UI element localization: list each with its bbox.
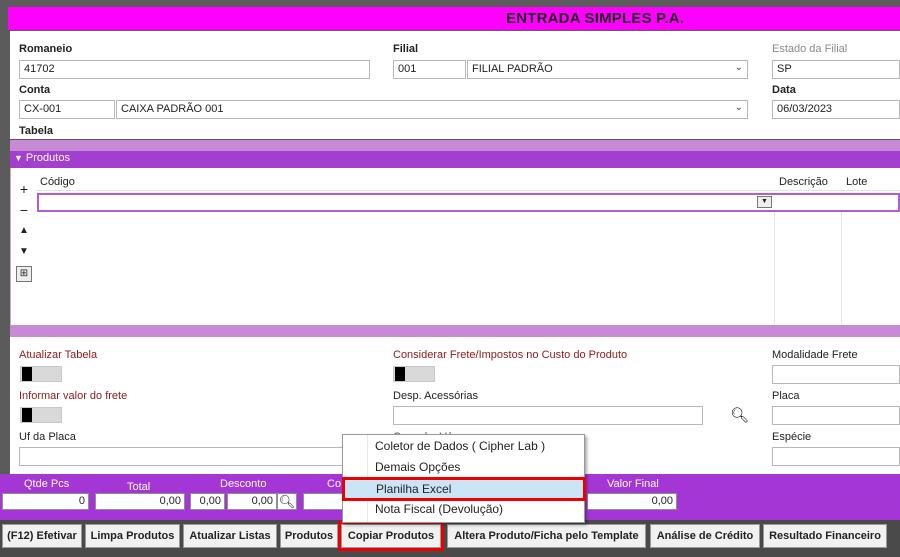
menu-item-coletor[interactable]: Coletor de Dados ( Cipher Lab )	[343, 437, 584, 457]
placa-label: Placa	[772, 390, 800, 402]
add-row-icon[interactable]: +	[15, 180, 33, 198]
qtde-pcs-value: 0	[2, 493, 89, 510]
menu-item-demais-opcoes[interactable]: Demais Opções	[343, 458, 584, 478]
modalidade-frete-select[interactable]	[772, 365, 900, 384]
section-divider	[10, 140, 900, 151]
desp-acessorias-label: Desp. Acessórias	[393, 390, 478, 402]
informar-frete-toggle[interactable]	[20, 407, 62, 423]
produtos-section-header[interactable]: ▼ Produtos	[10, 151, 900, 168]
conta-label: Conta	[19, 84, 51, 96]
window-title: ENTRADA SIMPLES P.A.	[506, 10, 685, 27]
section-divider	[10, 325, 900, 337]
copiar-produtos-menu: Coletor de Dados ( Cipher Lab ) Demais O…	[342, 434, 585, 523]
efetivar-button[interactable]: (F12) Efetivar	[2, 524, 82, 548]
partial-total-box	[303, 493, 343, 510]
produtos-button[interactable]: Produtos	[280, 524, 338, 548]
filial-select[interactable]: FILIAL PADRÃO ⌄	[467, 60, 748, 79]
remove-row-icon[interactable]: −	[15, 201, 33, 219]
uf-placa-label: Uf da Placa	[19, 431, 76, 443]
total-label: Total	[127, 481, 151, 493]
chevron-down-icon: ⌄	[734, 102, 743, 113]
collapse-triangle-icon: ▼	[14, 153, 23, 163]
desconto-pct-input[interactable]: 0,00	[190, 493, 225, 510]
valor-final-value: 0,00	[587, 493, 677, 510]
especie-input[interactable]	[772, 447, 900, 466]
filial-code-input[interactable]: 001	[393, 60, 466, 79]
column-divider	[774, 193, 775, 325]
conta-code-input[interactable]: CX-001	[19, 100, 115, 119]
considerar-frete-toggle[interactable]	[393, 366, 435, 382]
desconto-value-input[interactable]: 0,00	[227, 493, 277, 510]
especie-label: Espécie	[772, 431, 812, 443]
produtos-section-label: Produtos	[25, 152, 70, 164]
placa-input[interactable]	[772, 406, 900, 425]
uf-placa-select[interactable]	[19, 447, 349, 466]
considerar-frete-label: Considerar Frete/Impostos no Custo do Pr…	[393, 349, 628, 361]
chevron-down-icon: ⌄	[734, 62, 743, 73]
atualizar-listas-button[interactable]: Atualizar Listas	[183, 524, 277, 548]
search-icon[interactable]: 🔍︎	[277, 493, 297, 510]
column-header-descricao[interactable]: Descrição	[779, 176, 828, 188]
altera-produto-button[interactable]: Altera Produto/Ficha pelo Template	[447, 524, 646, 548]
column-divider	[841, 193, 842, 325]
total-value: 0,00	[95, 493, 185, 510]
analise-credito-button[interactable]: Análise de Crédito	[650, 524, 760, 548]
valor-final-label: Valor Final	[607, 478, 659, 490]
toggle-knob	[395, 367, 405, 381]
filial-select-value: FILIAL PADRÃO	[472, 63, 553, 75]
toggle-knob	[22, 408, 32, 422]
toggle-knob	[22, 367, 32, 381]
romaneio-input[interactable]: 41702	[19, 60, 370, 79]
atualizar-tabela-toggle[interactable]	[20, 366, 62, 382]
move-down-icon[interactable]: ▼	[15, 243, 33, 261]
filial-label: Filial	[393, 43, 419, 55]
data-input[interactable]: 06/03/2023	[772, 100, 900, 119]
insert-row-icon[interactable]: ⊞	[16, 266, 32, 282]
qtde-pcs-label: Qtde Pcs	[24, 478, 70, 490]
data-label: Data	[772, 84, 796, 96]
header-form: Romaneio 41702 Filial 001 FILIAL PADRÃO …	[10, 31, 900, 139]
estado-label: Estado da Filial	[772, 43, 848, 55]
grid-header-line	[36, 190, 900, 191]
estado-input[interactable]: SP	[772, 60, 900, 79]
partial-total-label: Co	[327, 478, 342, 490]
resultado-financeiro-button[interactable]: Resultado Financeiro	[763, 524, 887, 548]
column-header-lote[interactable]: Lote	[846, 176, 867, 188]
grid-toolbar: + − ▲ ▼ ⊞	[10, 178, 36, 325]
conta-select[interactable]: CAIXA PADRÃO 001 ⌄	[116, 100, 748, 119]
desp-acessorias-input[interactable]	[393, 406, 703, 425]
chevron-down-icon[interactable]: ▼	[757, 196, 772, 208]
copiar-produtos-button[interactable]: Copiar Produtos	[338, 521, 444, 551]
limpa-produtos-button[interactable]: Limpa Produtos	[85, 524, 180, 548]
search-icon[interactable]: 🔍︎	[730, 406, 749, 424]
romaneio-label: Romaneio	[19, 43, 73, 55]
atualizar-tabela-label: Atualizar Tabela	[19, 349, 98, 361]
produtos-grid	[10, 168, 900, 325]
move-up-icon[interactable]: ▲	[15, 222, 33, 240]
column-header-codigo[interactable]: Código	[40, 176, 75, 188]
menu-item-planilha-excel[interactable]: Planilha Excel	[343, 479, 584, 499]
conta-select-value: CAIXA PADRÃO 001	[121, 103, 224, 115]
tabela-label: Tabela	[19, 125, 54, 137]
modalidade-frete-label: Modalidade Frete	[772, 349, 858, 361]
desconto-label: Desconto	[220, 478, 267, 490]
title-bar: ENTRADA SIMPLES P.A.	[8, 7, 900, 30]
informar-frete-label: Informar valor do frete	[19, 390, 128, 402]
menu-item-nota-fiscal[interactable]: Nota Fiscal (Devolução)	[343, 500, 584, 520]
